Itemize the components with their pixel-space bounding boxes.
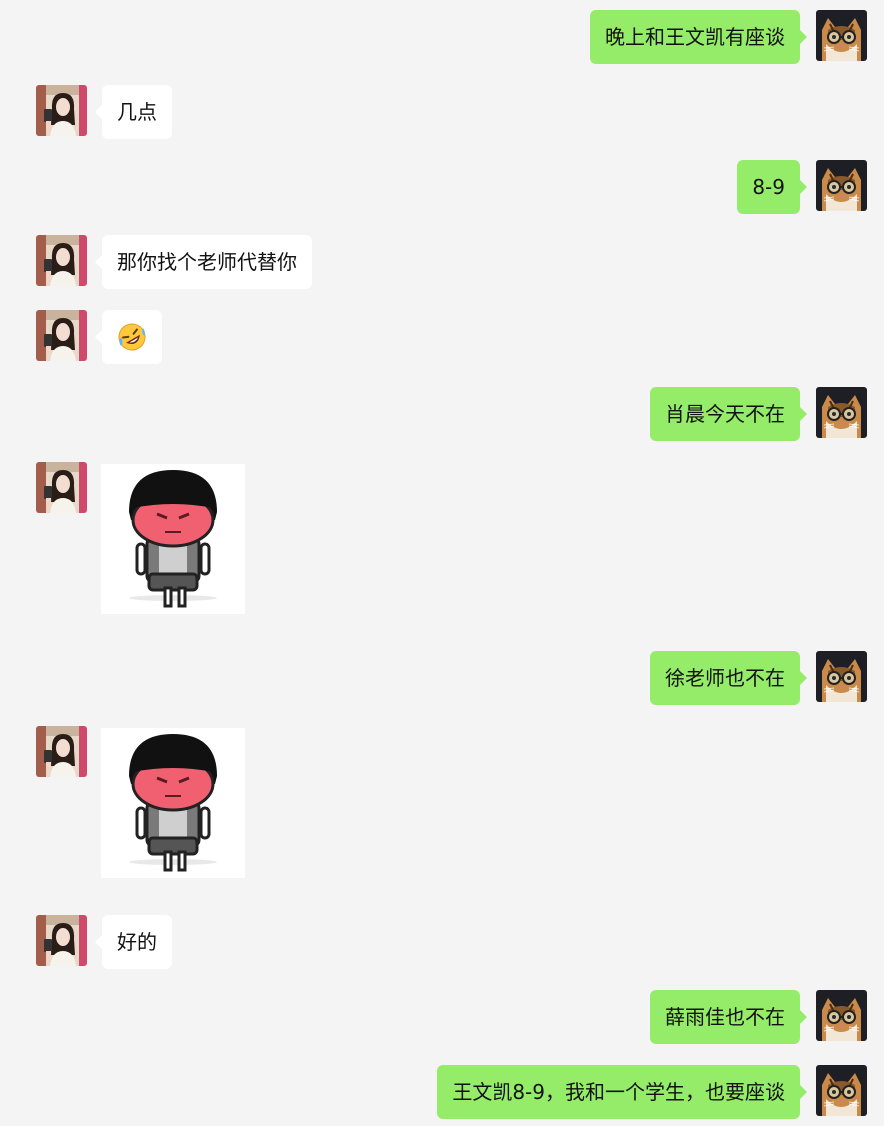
girl-avatar-icon bbox=[36, 310, 87, 361]
contact-avatar[interactable] bbox=[36, 310, 87, 361]
cat-avatar-icon bbox=[816, 10, 867, 61]
contact-avatar[interactable] bbox=[36, 726, 87, 777]
cartoon-kid-sticker-icon bbox=[101, 728, 245, 878]
cat-avatar-icon bbox=[816, 651, 867, 702]
cat-avatar-icon bbox=[816, 990, 867, 1041]
message-bubble-outgoing[interactable]: 徐老师也不在 bbox=[650, 651, 807, 705]
cartoon-kid-sticker-icon bbox=[101, 464, 245, 614]
girl-avatar-icon bbox=[36, 462, 87, 513]
message-text: 几点 bbox=[117, 100, 157, 124]
self-avatar[interactable] bbox=[816, 1065, 867, 1116]
message-text: 那你找个老师代替你 bbox=[117, 250, 297, 274]
cat-avatar-icon bbox=[816, 1065, 867, 1116]
message-bubble-outgoing[interactable]: 8-9 bbox=[737, 160, 807, 214]
girl-avatar-icon bbox=[36, 235, 87, 286]
rolling-on-floor-laughing-emoji-icon bbox=[118, 323, 146, 351]
message-text: 肖晨今天不在 bbox=[665, 402, 785, 426]
message-bubble-outgoing[interactable]: 薛雨佳也不在 bbox=[650, 990, 807, 1044]
self-avatar[interactable] bbox=[816, 387, 867, 438]
cat-avatar-icon bbox=[816, 387, 867, 438]
message-text: 王文凯8-9，我和一个学生，也要座谈 bbox=[452, 1080, 785, 1104]
message-bubble-incoming[interactable]: 那你找个老师代替你 bbox=[95, 235, 312, 289]
girl-avatar-icon bbox=[36, 85, 87, 136]
message-text: 8-9 bbox=[752, 175, 785, 199]
self-avatar[interactable] bbox=[816, 160, 867, 211]
message-bubble-incoming[interactable]: 几点 bbox=[95, 85, 172, 139]
message-text: 薛雨佳也不在 bbox=[665, 1005, 785, 1029]
contact-avatar[interactable] bbox=[36, 85, 87, 136]
message-bubble-outgoing[interactable]: 肖晨今天不在 bbox=[650, 387, 807, 441]
message-bubble-incoming[interactable]: 好的 bbox=[95, 915, 172, 969]
girl-avatar-icon bbox=[36, 915, 87, 966]
sticker-message[interactable] bbox=[101, 728, 245, 878]
message-text: 晚上和王文凯有座谈 bbox=[605, 25, 785, 49]
sticker-message[interactable] bbox=[101, 464, 245, 614]
message-bubble-incoming[interactable] bbox=[95, 310, 162, 364]
message-text: 徐老师也不在 bbox=[665, 666, 785, 690]
contact-avatar[interactable] bbox=[36, 462, 87, 513]
message-text: 好的 bbox=[117, 930, 157, 954]
message-bubble-outgoing[interactable]: 晚上和王文凯有座谈 bbox=[590, 10, 807, 64]
self-avatar[interactable] bbox=[816, 651, 867, 702]
self-avatar[interactable] bbox=[816, 10, 867, 61]
contact-avatar[interactable] bbox=[36, 915, 87, 966]
girl-avatar-icon bbox=[36, 726, 87, 777]
contact-avatar[interactable] bbox=[36, 235, 87, 286]
message-bubble-outgoing[interactable]: 王文凯8-9，我和一个学生，也要座谈 bbox=[437, 1065, 807, 1119]
self-avatar[interactable] bbox=[816, 990, 867, 1041]
cat-avatar-icon bbox=[816, 160, 867, 211]
